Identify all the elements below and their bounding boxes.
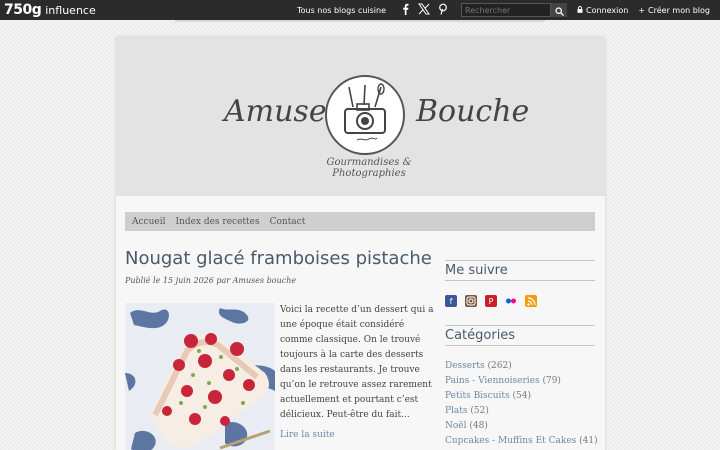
login-link[interactable]: Connexion <box>577 6 628 15</box>
follow-icons: f P <box>445 295 545 307</box>
plus-icon: + <box>638 5 646 15</box>
category-item[interactable]: Cupcakes - Muffins Et Cakes (41) <box>445 434 598 449</box>
lock-icon <box>577 5 583 15</box>
brand-number: 750g <box>4 2 42 18</box>
rss-icon[interactable] <box>525 295 537 307</box>
x-icon[interactable] <box>416 3 432 18</box>
create-blog-label: Créer mon blog <box>648 5 710 15</box>
category-item[interactable]: Noël (48) <box>445 419 598 434</box>
categories-list: Desserts (262) Pains - Viennoiseries (79… <box>445 359 598 449</box>
facebook-icon[interactable] <box>397 3 413 18</box>
blog-tagline: Gourmandises & Photographies <box>326 157 412 179</box>
brand-word: influence <box>45 4 96 17</box>
blog-title-right: Bouche <box>416 94 530 129</box>
category-item[interactable]: Plats (52) <box>445 404 598 419</box>
all-blogs-link[interactable]: Tous nos blogs cuisine <box>297 6 386 15</box>
top-right-group: Tous nos blogs cuisine Conn <box>297 0 720 20</box>
top-bar: 750g influence Tous nos blogs cuisine Re… <box>0 0 720 20</box>
login-label: Connexion <box>586 5 629 15</box>
search-icon <box>554 1 564 20</box>
flickr-icon[interactable] <box>505 295 517 307</box>
post-meta: Publié le 15 juin 2026 par Amuses bouche <box>125 276 297 285</box>
search-input[interactable] <box>461 3 552 17</box>
pinterest-icon[interactable] <box>435 3 451 18</box>
follow-heading: Me suivre <box>445 260 595 281</box>
post-image[interactable] <box>125 303 275 450</box>
facebook-icon[interactable]: f <box>445 295 457 307</box>
blog-container: Amuses Bouche Gourmandises & Photographi… <box>116 37 605 450</box>
category-item[interactable]: Desserts (262) <box>445 359 598 374</box>
nav-item-accueil[interactable]: Accueil <box>132 217 165 227</box>
top-social-links <box>394 3 451 18</box>
read-more-link[interactable]: Lire la suite <box>280 430 335 440</box>
create-blog-link[interactable]: + Créer mon blog <box>638 6 710 15</box>
post-excerpt: Voici la recette d’un dessert qui a une … <box>280 305 434 420</box>
category-item[interactable]: Petits Biscuits (54) <box>445 389 598 404</box>
post-title[interactable]: Nougat glacé framboises pistache <box>125 248 432 269</box>
search-form <box>461 1 568 20</box>
blog-header[interactable]: Amuses Bouche Gourmandises & Photographi… <box>116 37 605 196</box>
pinterest-icon[interactable]: P <box>485 295 497 307</box>
nav-item-index[interactable]: Index des recettes <box>175 217 259 227</box>
brand-logo[interactable]: 750g influence <box>4 2 96 18</box>
main-nav: Accueil Index des recettes Contact <box>125 212 595 231</box>
camera-logo-icon <box>325 75 405 155</box>
instagram-icon[interactable] <box>465 295 477 307</box>
nav-item-contact[interactable]: Contact <box>270 217 306 227</box>
category-item[interactable]: Pains - Viennoiseries (79) <box>445 374 598 389</box>
top-shadow <box>175 20 545 22</box>
search-button[interactable] <box>551 1 568 20</box>
categories-heading: Catégories <box>445 325 595 346</box>
